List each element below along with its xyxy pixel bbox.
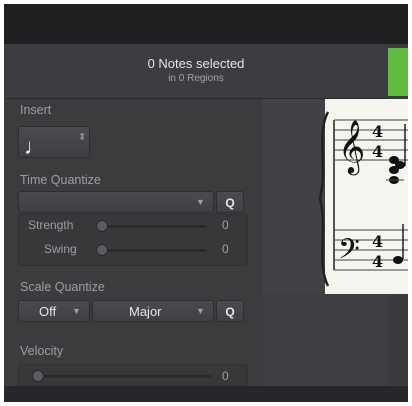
treble-clef-icon: 𝄞 bbox=[338, 119, 365, 175]
treble-time-top: 4 bbox=[372, 122, 383, 141]
score-area-lower[interactable] bbox=[262, 294, 388, 386]
bass-clef-icon: 𝄢 bbox=[338, 233, 360, 273]
selection-header bbox=[4, 44, 388, 99]
strength-label: Strength bbox=[28, 218, 74, 232]
region-header-strip[interactable] bbox=[388, 48, 408, 96]
time-quantize-label: Time Quantize bbox=[20, 173, 101, 187]
scale-quantize-q-button[interactable]: Q bbox=[216, 300, 244, 322]
notes-selected-title: 0 Notes selected bbox=[147, 56, 245, 71]
insert-label: Insert bbox=[20, 103, 52, 117]
swing-value: 0 bbox=[222, 242, 229, 256]
swing-slider-track[interactable] bbox=[96, 249, 206, 252]
scale-mode-value: Off bbox=[39, 304, 57, 319]
swing-label: Swing bbox=[44, 242, 77, 256]
velocity-value: 0 bbox=[222, 369, 229, 383]
bass-time-bottom: 4 bbox=[372, 252, 383, 271]
scale-quantize-label: Scale Quantize bbox=[20, 280, 105, 294]
treble-chord bbox=[386, 124, 406, 184]
chevron-down-icon: ▼ bbox=[196, 197, 205, 207]
strength-value: 0 bbox=[222, 218, 229, 232]
scale-type-value: Major bbox=[129, 304, 162, 319]
velocity-slider-track[interactable] bbox=[32, 375, 212, 378]
grand-staff[interactable]: 𝄞 𝄢 4 4 4 4 bbox=[314, 104, 408, 294]
window: 0 Notes selected in 0 Regions Insert ♩ ⬍… bbox=[4, 4, 408, 402]
time-quantize-q-button[interactable]: Q bbox=[216, 191, 244, 213]
quarter-note-icon: ♩ bbox=[24, 134, 46, 159]
time-quantize-select[interactable] bbox=[18, 191, 214, 213]
strength-slider-track[interactable] bbox=[96, 225, 206, 228]
swing-slider-knob[interactable] bbox=[96, 244, 108, 256]
strength-slider-knob[interactable] bbox=[96, 220, 108, 232]
brace bbox=[318, 111, 330, 287]
velocity-slider-knob[interactable] bbox=[32, 370, 44, 382]
stepper-icon[interactable]: ⬍ bbox=[78, 133, 86, 143]
velocity-label: Velocity bbox=[20, 344, 64, 358]
top-toolbar bbox=[4, 4, 408, 44]
treble-time-bottom: 4 bbox=[372, 142, 383, 161]
chevron-down-icon: ▼ bbox=[72, 306, 81, 316]
bottom-bar bbox=[4, 386, 408, 402]
regions-subtitle: in 0 Regions bbox=[168, 73, 224, 84]
chevron-down-icon: ▼ bbox=[196, 306, 205, 316]
bass-time-top: 4 bbox=[372, 232, 383, 251]
